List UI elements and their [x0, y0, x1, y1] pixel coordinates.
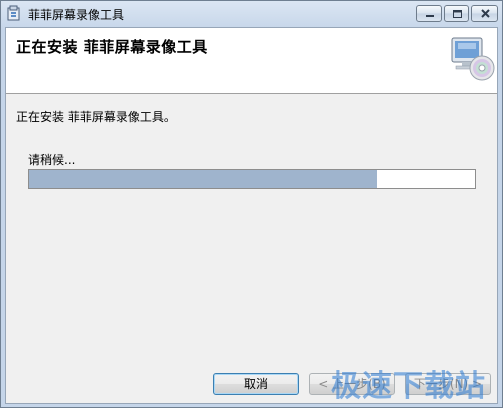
dialog-client: 正在安装 菲菲屏幕录像工具 正在安装 菲菲屏幕录像工具。 请稍候... 取消 <… [5, 27, 498, 404]
page-title: 正在安装 菲菲屏幕录像工具 [16, 38, 208, 56]
progress-bar [28, 169, 476, 189]
header-banner: 正在安装 菲菲屏幕录像工具 [6, 28, 497, 94]
minimize-icon [426, 15, 434, 17]
installer-package-icon [6, 5, 22, 22]
progress-bar-fill [29, 170, 377, 188]
watermark-logo: 极速下载站 [331, 369, 486, 404]
close-icon [481, 9, 490, 18]
window-title: 菲菲屏幕录像工具 [28, 8, 125, 22]
progress-label: 请稍候... [28, 153, 76, 167]
cancel-button[interactable]: 取消 [213, 373, 299, 395]
computer-cd-icon [448, 36, 496, 82]
minimize-button[interactable] [416, 5, 442, 22]
close-button[interactable] [471, 5, 498, 22]
status-text: 正在安装 菲菲屏幕录像工具。 [16, 110, 176, 124]
maximize-button[interactable] [444, 5, 469, 22]
title-bar[interactable]: 菲菲屏幕录像工具 [1, 1, 502, 27]
maximize-icon [453, 10, 462, 18]
installer-window: 菲菲屏幕录像工具 正在安装 菲菲屏幕录像工具 正在安装 菲菲屏幕录像工具。 请稍… [0, 0, 503, 408]
